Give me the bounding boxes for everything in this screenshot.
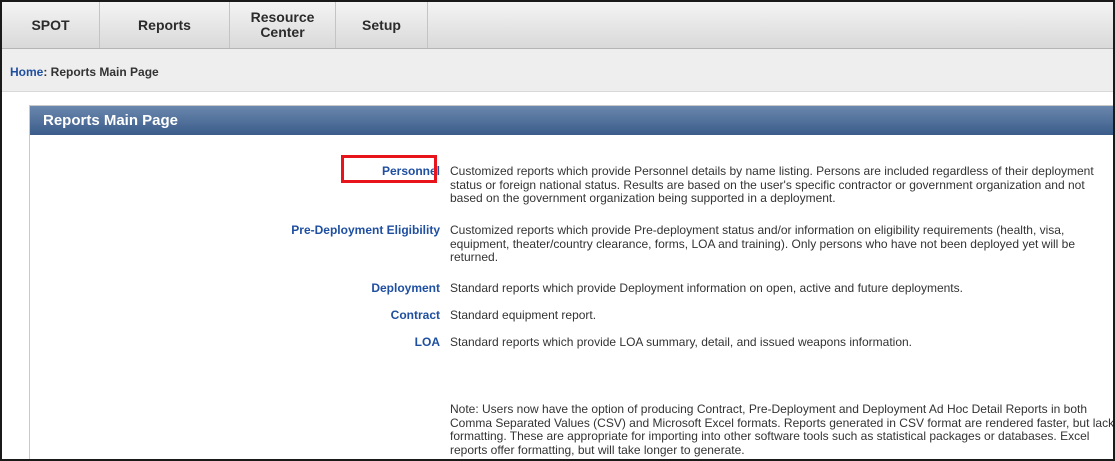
report-description: Standard equipment report. <box>450 308 597 322</box>
report-link-deployment[interactable]: Deployment <box>371 281 440 295</box>
highlight-annotation-box <box>341 155 437 183</box>
format-note: Note: Users now have the option of produ… <box>450 402 1115 457</box>
nav-tab-label: Reports <box>138 16 191 33</box>
breadcrumb-home-link[interactable]: Home <box>10 65 43 79</box>
breadcrumb-current: : Reports Main Page <box>43 65 159 79</box>
breadcrumb-bar: Home: Reports Main Page <box>2 49 1113 92</box>
nav-tab-resource-center[interactable]: Resource Center <box>230 2 336 48</box>
nav-tab-setup[interactable]: Setup <box>336 2 428 48</box>
top-navbar: SPOT Reports Resource Center Setup <box>2 2 1113 49</box>
breadcrumb: Home: Reports Main Page <box>10 65 159 79</box>
report-description: Customized reports which provide Pre-dep… <box>450 223 1076 264</box>
nav-tab-label: SPOT <box>31 16 70 33</box>
report-description: Standard reports which provide LOA summa… <box>450 335 913 349</box>
app-frame: SPOT Reports Resource Center Setup Home:… <box>0 0 1115 461</box>
reports-panel: Reports Main Page Personnel Customized r… <box>29 105 1115 459</box>
nav-tab-label: Setup <box>362 16 401 33</box>
nav-tab-label: Resource Center <box>250 9 315 40</box>
report-link-loa[interactable]: LOA <box>415 335 440 349</box>
report-link-contract[interactable]: Contract <box>391 308 440 322</box>
nav-tab-spot[interactable]: SPOT <box>2 2 100 48</box>
report-description: Customized reports which provide Personn… <box>450 164 1094 205</box>
report-description: Standard reports which provide Deploymen… <box>450 281 963 295</box>
nav-tab-reports[interactable]: Reports <box>100 2 230 48</box>
report-link-pre-deployment-eligibility[interactable]: Pre-Deployment Eligibility <box>291 223 440 237</box>
panel-title: Reports Main Page <box>30 106 1113 135</box>
